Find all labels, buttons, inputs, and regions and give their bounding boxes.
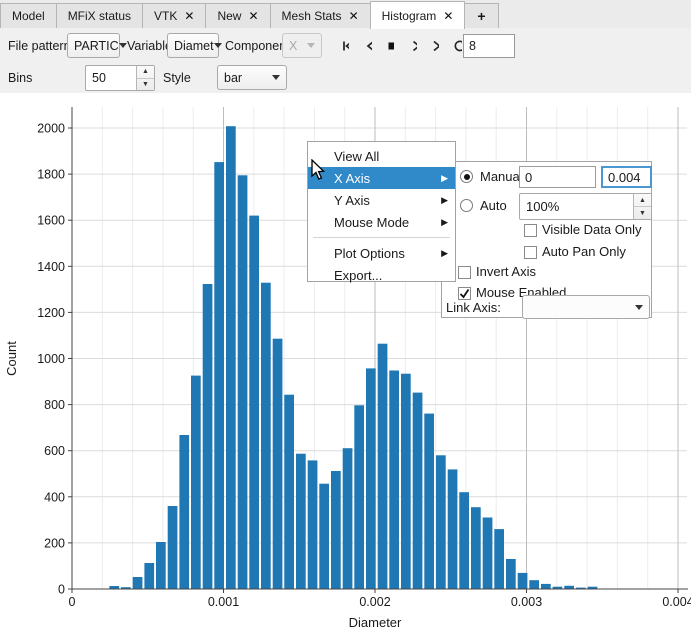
spin-down-icon[interactable]: ▼ xyxy=(137,79,154,91)
checkbox-auto-pan-only[interactable] xyxy=(524,246,537,259)
style-combo[interactable]: bar xyxy=(217,65,287,90)
svg-text:0.001: 0.001 xyxy=(208,595,239,609)
stop-button[interactable] xyxy=(378,34,400,58)
svg-text:Count: Count xyxy=(4,341,19,376)
menu-item-x-axis[interactable]: X Axis▶ xyxy=(308,167,455,189)
tab-model[interactable]: Model xyxy=(0,3,56,28)
submenu-arrow-icon: ▶ xyxy=(441,217,448,228)
chevron-down-icon xyxy=(272,75,280,80)
svg-text:0.003: 0.003 xyxy=(511,595,542,609)
spin-up-icon[interactable]: ▲ xyxy=(137,66,154,79)
axis-min-field[interactable]: 0 xyxy=(519,166,596,188)
chevron-down-icon xyxy=(635,305,643,310)
close-icon[interactable]: ✕ xyxy=(443,10,453,22)
manual-label: Manual xyxy=(480,169,523,184)
reset-icon xyxy=(452,38,462,54)
menu-item-export[interactable]: Export... xyxy=(308,264,455,286)
svg-text:Diameter: Diameter xyxy=(349,615,402,630)
auto-label: Auto xyxy=(480,198,507,213)
toolbar: File pattern PARTIC Variable Diamet Comp… xyxy=(0,28,691,94)
file-pattern-combo[interactable]: PARTIC xyxy=(67,33,120,58)
svg-text:1600: 1600 xyxy=(37,214,65,228)
step-forward-icon xyxy=(407,38,417,54)
svg-text:0.004: 0.004 xyxy=(662,595,691,609)
skip-last-icon xyxy=(429,38,439,54)
svg-text:600: 600 xyxy=(44,444,65,458)
svg-text:1200: 1200 xyxy=(37,306,65,320)
new-tab-button[interactable]: + xyxy=(465,3,498,28)
x-axis-submenu: Manual 0 0.004 Auto 100% ▲▼ Visible Data… xyxy=(441,161,652,318)
tab-mfix-status[interactable]: MFiX status xyxy=(56,3,142,28)
svg-text:1000: 1000 xyxy=(37,352,65,366)
skip-last-button[interactable] xyxy=(423,34,445,58)
stop-icon xyxy=(384,38,394,54)
spin-up-icon[interactable]: ▲ xyxy=(634,194,651,207)
svg-text:1800: 1800 xyxy=(37,168,65,182)
spin-down-icon[interactable]: ▼ xyxy=(634,207,651,219)
component-label: Component xyxy=(225,39,290,53)
tab-mesh-stats[interactable]: Mesh Stats✕ xyxy=(270,3,370,28)
svg-text:0: 0 xyxy=(58,583,65,597)
auto-percent-spinbox[interactable]: 100% ▲▼ xyxy=(519,193,652,220)
checkbox-invert-axis[interactable] xyxy=(458,266,471,279)
chevron-down-icon xyxy=(307,43,315,48)
close-icon[interactable]: ✕ xyxy=(349,10,359,22)
manual-radio[interactable] xyxy=(460,170,473,183)
svg-text:2000: 2000 xyxy=(37,122,65,136)
svg-text:400: 400 xyxy=(44,490,65,504)
svg-text:0.002: 0.002 xyxy=(359,595,390,609)
submenu-arrow-icon: ▶ xyxy=(441,195,448,206)
submenu-arrow-icon: ▶ xyxy=(441,173,448,184)
style-label: Style xyxy=(163,71,191,85)
step-back-button[interactable] xyxy=(356,34,378,58)
svg-text:1400: 1400 xyxy=(37,260,65,274)
checkbox-mouse-enabled[interactable] xyxy=(458,287,471,300)
svg-text:0: 0 xyxy=(69,595,76,609)
step-forward-button[interactable] xyxy=(401,34,423,58)
svg-text:200: 200 xyxy=(44,536,65,550)
checkbox-visible-data-only[interactable] xyxy=(524,224,537,237)
svg-text:800: 800 xyxy=(44,398,65,412)
checkbox-label: Auto Pan Only xyxy=(542,244,626,259)
tab-vtk[interactable]: VTK✕ xyxy=(142,3,205,28)
auto-radio[interactable] xyxy=(460,199,473,212)
axis-max-field[interactable]: 0.004 xyxy=(601,166,652,188)
bins-label: Bins xyxy=(8,71,32,85)
close-icon[interactable]: ✕ xyxy=(184,10,194,22)
link-axis-label: Link Axis: xyxy=(446,300,501,315)
menu-item-plot-options[interactable]: Plot Options▶ xyxy=(308,242,455,264)
menu-item-mouse-mode[interactable]: Mouse Mode▶ xyxy=(308,211,455,233)
close-icon[interactable]: ✕ xyxy=(248,10,258,22)
link-axis-combo[interactable] xyxy=(522,295,650,319)
chevron-down-icon xyxy=(119,43,127,48)
mouse-cursor-icon xyxy=(311,159,329,181)
tab-bar: ModelMFiX statusVTK✕New✕Mesh Stats✕Histo… xyxy=(0,0,691,29)
variable-label: Variable xyxy=(127,39,172,53)
checkbox-label: Invert Axis xyxy=(476,264,536,279)
skip-first-icon xyxy=(339,38,349,54)
tab-histogram[interactable]: Histogram✕ xyxy=(370,1,466,29)
tab-new[interactable]: New✕ xyxy=(205,3,269,28)
submenu-arrow-icon: ▶ xyxy=(441,248,448,259)
variable-combo[interactable]: Diamet xyxy=(167,33,219,58)
frame-number-field[interactable]: 8 xyxy=(463,34,515,58)
component-combo: X xyxy=(282,33,322,58)
file-pattern-label: File pattern xyxy=(8,39,71,53)
bins-spinbox[interactable]: 50 ▲▼ xyxy=(85,65,155,91)
plot-context-menu: View AllX Axis▶Y Axis▶Mouse Mode▶ Plot Op… xyxy=(307,141,456,282)
chevron-down-icon xyxy=(214,43,222,48)
skip-first-button[interactable] xyxy=(333,34,355,58)
menu-item-y-axis[interactable]: Y Axis▶ xyxy=(308,189,455,211)
menu-item-view-all[interactable]: View All xyxy=(308,145,455,167)
checkbox-label: Visible Data Only xyxy=(542,222,641,237)
menu-separator xyxy=(313,237,450,238)
mfix-window: { "tabs": { "items": [ {"label": "Model"… xyxy=(0,0,691,634)
step-back-icon xyxy=(362,38,372,54)
